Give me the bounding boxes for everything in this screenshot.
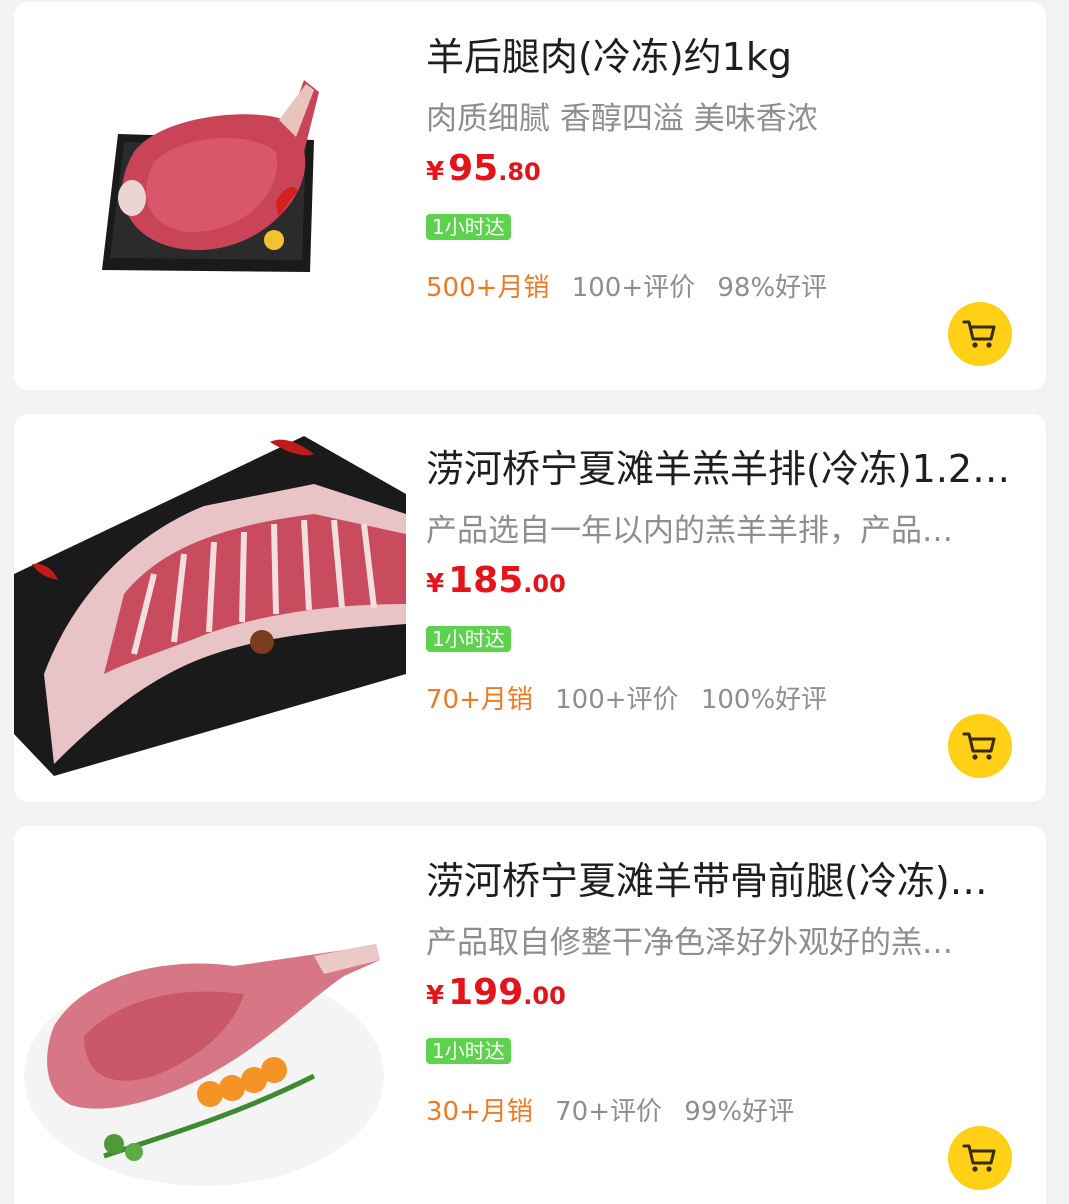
lamb-leg-image <box>102 80 319 272</box>
product-card[interactable]: 涝河桥宁夏滩羊羔羊排(冷冻)1.2… 产品选自一年以内的羔羊羊排，产品… ¥ 1… <box>14 414 1046 802</box>
price-decimal: 00 <box>532 570 566 598</box>
product-title[interactable]: 羊后腿肉(冷冻)约1kg <box>426 32 1016 82</box>
delivery-badge: 1小时达 <box>426 214 511 240</box>
product-stats: 30+月销 70+评价 99%好评 <box>426 1094 794 1130</box>
add-to-cart-button[interactable] <box>948 302 1012 366</box>
shopping-cart-icon <box>962 320 996 348</box>
product-stats: 70+月销 100+评价 100%好评 <box>426 682 827 718</box>
add-to-cart-button[interactable] <box>948 714 1012 778</box>
product-description: 产品取自修整干净色泽好外观好的羔… <box>426 925 953 961</box>
review-count: 100+评价 <box>555 685 679 715</box>
shopping-cart-icon <box>962 1144 996 1172</box>
lamb-ribs-image <box>14 436 406 776</box>
currency-symbol: ¥ <box>426 981 445 1011</box>
monthly-sales: 500+月销 <box>426 273 550 303</box>
price-integer: 95 <box>448 148 499 189</box>
product-info: 涝河桥宁夏滩羊羔羊排(冷冻)1.2… 产品选自一年以内的羔羊羊排，产品… ¥ 1… <box>426 414 1026 802</box>
product-image[interactable] <box>14 2 406 390</box>
currency-symbol: ¥ <box>426 569 445 599</box>
price-integer: 199 <box>448 972 524 1013</box>
positive-rate: 98%好评 <box>717 273 828 303</box>
product-title[interactable]: 涝河桥宁夏滩羊羔羊排(冷冻)1.2… <box>426 444 1016 494</box>
lamb-foreleg-image <box>24 944 384 1186</box>
product-card[interactable]: 羊后腿肉(冷冻)约1kg 肉质细腻 香醇四溢 美味香浓 ¥ 95 . 80 1小… <box>14 2 1046 390</box>
product-price: ¥ 185 . 00 <box>426 560 566 601</box>
product-description: 产品选自一年以内的羔羊羊排，产品… <box>426 513 953 549</box>
shopping-cart-icon <box>962 732 996 760</box>
positive-rate: 100%好评 <box>700 685 828 715</box>
product-card[interactable]: 涝河桥宁夏滩羊带骨前腿(冷冻)… 产品取自修整干净色泽好外观好的羔… ¥ 199… <box>14 826 1046 1204</box>
product-stats: 500+月销 100+评价 98%好评 <box>426 270 827 306</box>
currency-symbol: ¥ <box>426 157 445 187</box>
product-description: 肉质细腻 香醇四溢 美味香浓 <box>426 101 818 137</box>
price-decimal: 80 <box>507 158 541 186</box>
product-info: 羊后腿肉(冷冻)约1kg 肉质细腻 香醇四溢 美味香浓 ¥ 95 . 80 1小… <box>426 2 1026 390</box>
price-decimal-point: . <box>523 982 533 1010</box>
price-decimal-point: . <box>498 158 508 186</box>
review-count: 100+评价 <box>571 273 696 303</box>
add-to-cart-button[interactable] <box>948 1126 1012 1190</box>
price-integer: 185 <box>448 560 524 601</box>
delivery-badge: 1小时达 <box>426 1038 511 1064</box>
price-decimal: 00 <box>532 982 566 1010</box>
monthly-sales: 30+月销 <box>426 1097 533 1127</box>
product-price: ¥ 199 . 00 <box>426 972 566 1013</box>
review-count: 70+评价 <box>555 1097 663 1127</box>
product-title[interactable]: 涝河桥宁夏滩羊带骨前腿(冷冻)… <box>426 856 1016 906</box>
product-info: 涝河桥宁夏滩羊带骨前腿(冷冻)… 产品取自修整干净色泽好外观好的羔… ¥ 199… <box>426 826 1026 1204</box>
product-image[interactable] <box>14 826 406 1204</box>
product-price: ¥ 95 . 80 <box>426 148 541 189</box>
positive-rate: 99%好评 <box>684 1097 795 1127</box>
product-list: 羊后腿肉(冷冻)约1kg 肉质细腻 香醇四溢 美味香浓 ¥ 95 . 80 1小… <box>0 0 1069 1204</box>
delivery-badge: 1小时达 <box>426 626 511 652</box>
product-image[interactable] <box>14 414 406 802</box>
price-decimal-point: . <box>523 570 533 598</box>
monthly-sales: 70+月销 <box>426 685 533 715</box>
